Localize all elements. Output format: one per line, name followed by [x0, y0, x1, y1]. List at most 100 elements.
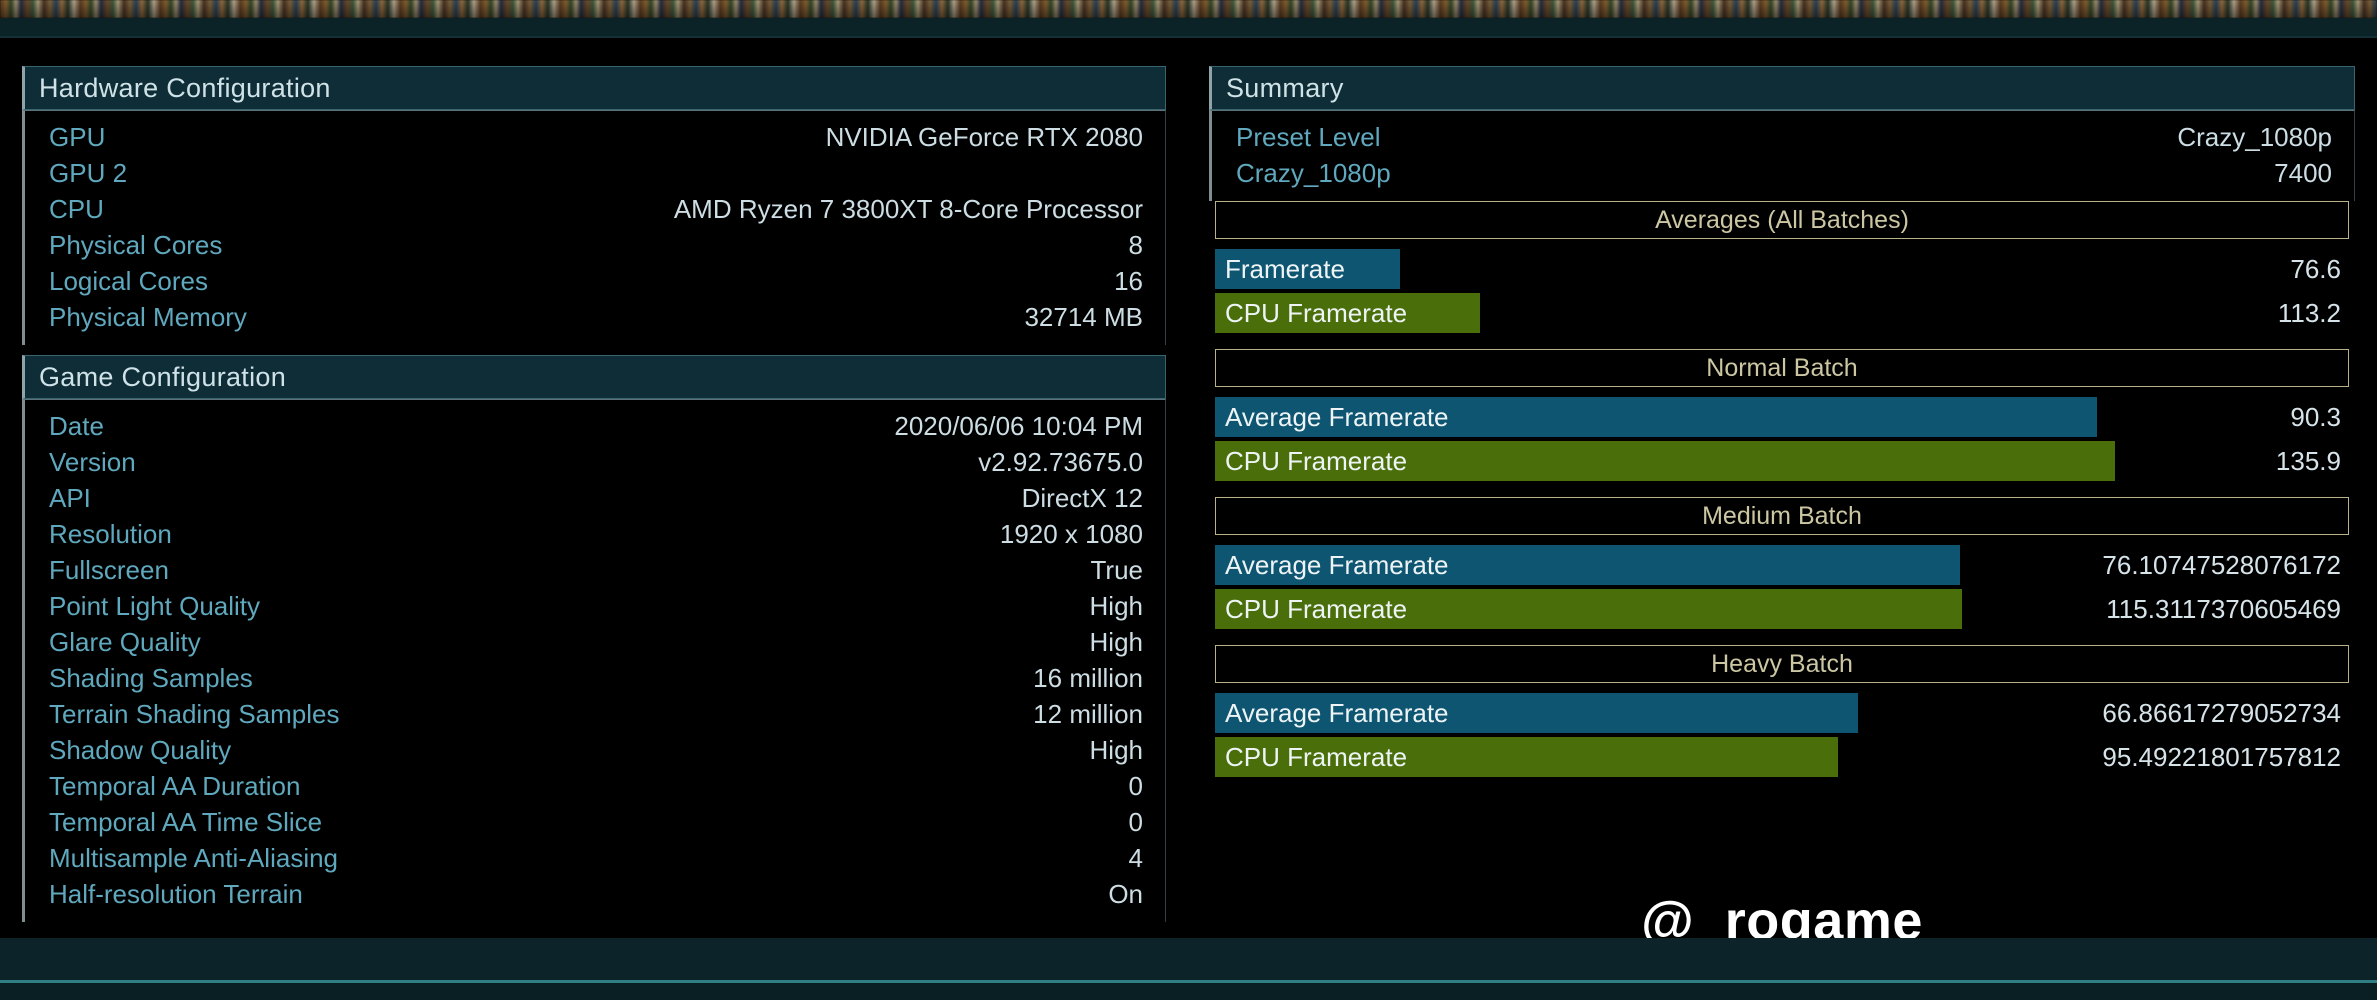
bar-value: 76.10747528076172 [2102, 545, 2341, 585]
batch-bar-group: Average Framerate76.10747528076172CPU Fr… [1209, 535, 2355, 645]
kv-row: Physical Memory 32714 MB [49, 299, 1143, 335]
bar-row: CPU Framerate 113.2 [1215, 293, 2349, 333]
kv-value: 16 million [1033, 660, 1143, 696]
kv-row: Temporal AA Duration 0 [49, 768, 1143, 804]
content-area: Hardware Configuration GPU NVIDIA GeForce… [0, 36, 2377, 940]
kv-key: Physical Memory [49, 299, 247, 335]
bar-label: CPU Framerate [1225, 298, 1407, 329]
kv-row: Point Light Quality High [49, 588, 1143, 624]
bar-value: 95.49221801757812 [2102, 737, 2341, 777]
kv-key: Crazy_1080p [1236, 155, 1391, 191]
bar-label: Average Framerate [1225, 698, 1449, 729]
bar-value: 115.3117370605469 [2106, 589, 2341, 629]
bar-value: 90.3 [2290, 397, 2341, 437]
bar-value: 76.6 [2290, 249, 2341, 289]
bar-label: Average Framerate [1225, 402, 1449, 433]
game-configuration-header: Game Configuration [22, 355, 1166, 399]
kv-value: 4 [1129, 840, 1143, 876]
kv-key: Shading Samples [49, 660, 253, 696]
kv-value: 0 [1129, 768, 1143, 804]
bar-label: Framerate [1225, 254, 1345, 285]
kv-row: Shadow QualityHigh [49, 732, 1143, 768]
right-column: Summary Preset LevelCrazy_1080pCrazy_108… [1209, 66, 2355, 956]
kv-row: API DirectX 12 [49, 480, 1143, 516]
bar-row: CPU Framerate 115.3117370605469 [1215, 589, 2349, 629]
game-configuration-list: Date2020/06/06 10:04 PMVersionv2.92.7367… [22, 399, 1166, 922]
hardware-configuration-header: Hardware Configuration [22, 66, 1166, 110]
kv-key: Point Light Quality [49, 588, 260, 624]
kv-row: Physical Cores 8 [49, 227, 1143, 263]
kv-row: Terrain Shading Samples 12 million [49, 696, 1143, 732]
kv-row: Glare QualityHigh [49, 624, 1143, 660]
bar-row: Average Framerate 90.3 [1215, 397, 2349, 437]
bar-row: Average Framerate 66.86617279052734 [1215, 693, 2349, 733]
bar-fill: CPU Framerate [1215, 737, 1838, 777]
bar-fill: Average Framerate [1215, 397, 2097, 437]
kv-value: 7400 [2274, 155, 2332, 191]
bar-label: Average Framerate [1225, 550, 1449, 581]
batch-bar-group: Average Framerate66.86617279052734CPU Fr… [1209, 683, 2355, 793]
kv-key: GPU 2 [49, 155, 127, 191]
bar-value: 113.2 [2278, 293, 2341, 333]
kv-value: On [1108, 876, 1143, 912]
bar-label: CPU Framerate [1225, 594, 1407, 625]
bar-fill: Framerate [1215, 249, 1400, 289]
kv-key: Physical Cores [49, 227, 222, 263]
kv-value: 32714 MB [1024, 299, 1143, 335]
kv-value: True [1091, 552, 1144, 588]
bar-fill: Average Framerate [1215, 693, 1858, 733]
kv-key: Multisample Anti-Aliasing [49, 840, 338, 876]
kv-row: GPU 2 [49, 155, 1143, 191]
kv-value: High [1090, 624, 1143, 660]
kv-value: v2.92.73675.0 [978, 444, 1143, 480]
kv-row: Date 2020/06/06 10:04 PM [49, 408, 1143, 444]
bar-fill: Average Framerate [1215, 545, 1960, 585]
bar-value: 135.9 [2276, 441, 2341, 481]
kv-value: NVIDIA GeForce RTX 2080 [826, 119, 1143, 155]
bar-row: CPU Framerate 135.9 [1215, 441, 2349, 481]
kv-value: 12 million [1033, 696, 1143, 732]
kv-key: Half-resolution Terrain [49, 876, 303, 912]
bar-fill: CPU Framerate [1215, 441, 2115, 481]
batch-bar-group: Framerate 76.6 CPU Framerate 113.2 [1209, 239, 2355, 349]
kv-value: Crazy_1080p [2177, 119, 2332, 155]
left-column: Hardware Configuration GPU NVIDIA GeForce… [22, 66, 1166, 956]
game-configuration-title: Game Configuration [39, 362, 286, 393]
summary-list: Preset LevelCrazy_1080pCrazy_1080p7400 [1209, 110, 2355, 201]
batch-title: Averages (All Batches) [1215, 201, 2349, 239]
kv-row: Logical Cores16 [49, 263, 1143, 299]
kv-key: API [49, 480, 91, 516]
kv-key: Temporal AA Duration [49, 768, 300, 804]
kv-key: GPU [49, 119, 105, 155]
kv-row: GPU NVIDIA GeForce RTX 2080 [49, 119, 1143, 155]
bar-fill: CPU Framerate [1215, 589, 1962, 629]
batch-bar-group: Average Framerate 90.3 CPU Framerate 135.9 [1209, 387, 2355, 497]
kv-row: CPU AMD Ryzen 7 3800XT 8-Core Processor [49, 191, 1143, 227]
batch-title: Medium Batch [1215, 497, 2349, 535]
bar-row: CPU Framerate 95.49221801757812 [1215, 737, 2349, 777]
kv-value: 16 [1114, 263, 1143, 299]
kv-row: Resolution1920 x 1080 [49, 516, 1143, 552]
bar-fill: CPU Framerate [1215, 293, 1480, 333]
kv-value: 0 [1129, 804, 1143, 840]
kv-row: Fullscreen True [49, 552, 1143, 588]
hardware-configuration-title: Hardware Configuration [39, 73, 331, 104]
bar-label: CPU Framerate [1225, 446, 1407, 477]
kv-key: Shadow Quality [49, 732, 231, 768]
batch-title: Heavy Batch [1215, 645, 2349, 683]
bottom-fill [0, 983, 2377, 1000]
kv-value: AMD Ryzen 7 3800XT 8-Core Processor [674, 191, 1143, 227]
kv-value: 8 [1129, 227, 1143, 263]
kv-key: Terrain Shading Samples [49, 696, 340, 732]
kv-key: Fullscreen [49, 552, 169, 588]
kv-value: High [1090, 588, 1143, 624]
kv-key: Date [49, 408, 104, 444]
kv-value: DirectX 12 [1022, 480, 1143, 516]
kv-key: Preset Level [1236, 119, 1381, 155]
kv-row: Preset Level Crazy_1080p [1236, 119, 2332, 155]
kv-value: 1920 x 1080 [1000, 516, 1143, 552]
bar-value: 66.86617279052734 [2102, 693, 2341, 733]
kv-value: 2020/06/06 10:04 PM [894, 408, 1143, 444]
kv-key: CPU [49, 191, 104, 227]
batch-title: Normal Batch [1215, 349, 2349, 387]
